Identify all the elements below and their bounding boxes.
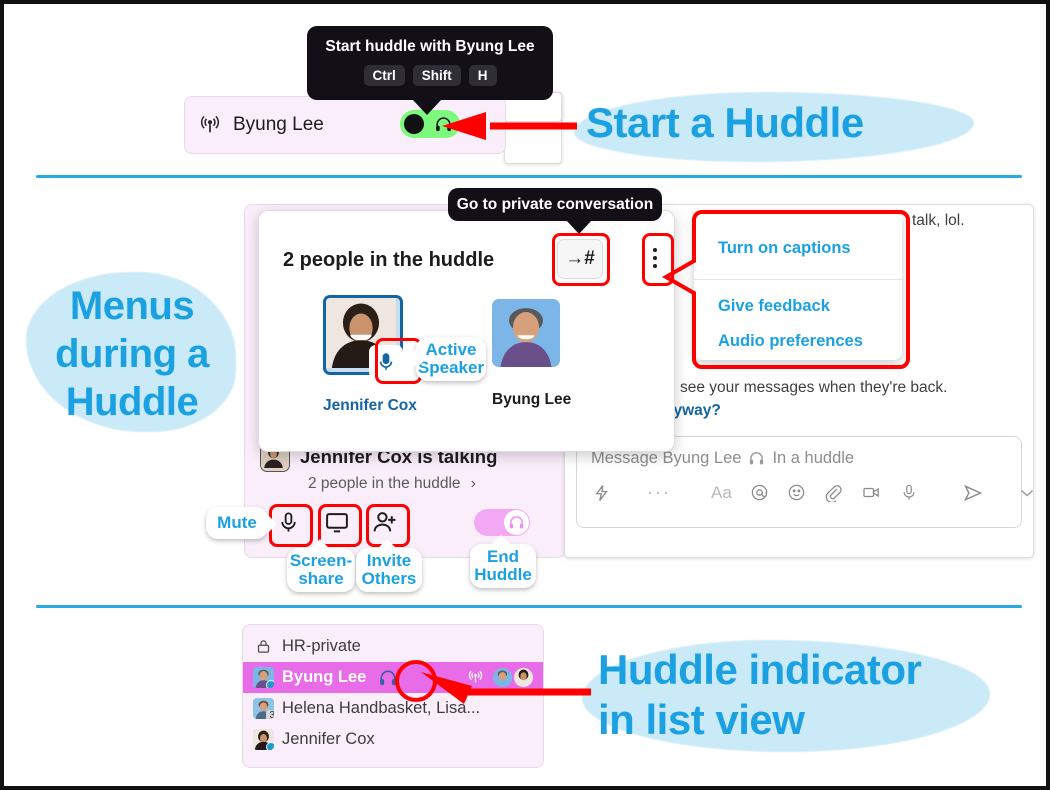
list-item-hr-private[interactable]: HR-private (243, 631, 543, 662)
tooltip-start-huddle: Start huddle with Byung Lee Ctrl Shift H (307, 26, 553, 100)
count-badge: 3 (266, 710, 274, 719)
callout-mute-label: Mute (217, 513, 257, 533)
lock-icon (253, 638, 274, 655)
tooltip-title: Start huddle with Byung Lee (325, 38, 535, 55)
annotation-line-2: in list view (598, 696, 805, 744)
huddle-popover: 2 people in the huddle →# Jennifer Cox B… (258, 210, 675, 452)
dm-header-name: Byung Lee (233, 114, 324, 135)
avatar (492, 299, 560, 367)
callout-end-huddle: End Huddle (470, 535, 536, 588)
headphones-icon (508, 514, 525, 531)
annotation-menus-during-huddle: Menus during a Huddle (34, 286, 230, 422)
participant-byung[interactable]: Byung Lee (492, 299, 571, 409)
huddle-control-invite[interactable] (369, 506, 401, 538)
section-divider-1 (36, 175, 1022, 178)
composer-toolbar: ··· Aa (577, 468, 1033, 503)
avatar (253, 729, 274, 750)
list-item-label: Byung Lee (282, 668, 367, 686)
tooltip-tail-2 (566, 220, 592, 234)
callout-end-line2: Huddle (474, 565, 532, 584)
list-item-label: HR-private (282, 637, 361, 655)
annotation-start-a-huddle: Start a Huddle (586, 99, 864, 146)
infographic-root: Byung Lee Start huddle with Byung Lee Ct… (0, 0, 1050, 790)
mention-icon[interactable] (750, 483, 769, 502)
huddle-control-screenshare[interactable] (321, 506, 353, 538)
callout-invite-line2: Others (361, 569, 417, 588)
lightning-icon[interactable] (593, 484, 611, 502)
callout-mute: Mute (206, 507, 277, 539)
more-icon[interactable]: ··· (647, 482, 671, 503)
chat-line-a: see your messages when they're back. (680, 379, 948, 396)
callout-screenshare-line2: share (298, 569, 344, 588)
participant-name: Byung Lee (492, 391, 572, 408)
callout-active-line1: Active (425, 340, 477, 360)
chevron-down-icon[interactable] (1020, 488, 1034, 498)
annotation-huddle-indicator: Huddle indicator in list view (598, 646, 922, 744)
huddle-subtext: 2 people in the huddle (308, 475, 461, 492)
active-speaker-mic-icon (369, 345, 403, 379)
emoji-icon[interactable] (787, 483, 806, 502)
list-item-jennifer[interactable]: Jennifer Cox (243, 724, 543, 755)
annotation-line-3: Huddle (65, 380, 199, 424)
toggle-knob (404, 114, 424, 134)
annotation-line-2: during a (55, 332, 209, 376)
tooltip-go-private-label: Go to private conversation (456, 195, 654, 213)
go-to-channel-button[interactable]: →# (557, 239, 603, 279)
huddle-expand-chevron[interactable]: › (471, 475, 476, 493)
annotation-line-1: Huddle indicator (598, 646, 922, 693)
format-icon[interactable]: Aa (711, 483, 732, 503)
microphone-icon[interactable] (900, 483, 918, 502)
participant-name: Jennifer Cox (323, 397, 417, 414)
callout-active-speaker: Active Speaker (407, 337, 486, 381)
toggle-knob (504, 510, 529, 535)
presence-dot (266, 742, 274, 750)
video-icon[interactable] (861, 483, 882, 502)
broadcast-icon (199, 114, 221, 136)
send-icon[interactable] (962, 483, 984, 503)
red-outline-kebab-menu (661, 210, 910, 369)
avatar (253, 667, 274, 688)
attachment-icon[interactable] (824, 483, 843, 502)
shortcut-key-h: H (468, 65, 497, 86)
huddle-popover-title: 2 people in the huddle (283, 249, 495, 271)
callout-invite: Invite Others (356, 539, 422, 592)
composer-status: In a huddle (772, 449, 855, 467)
tooltip-tail-1 (412, 99, 442, 115)
red-arrow-start-huddle (442, 112, 577, 140)
chat-line-top: talk, lol. (912, 212, 965, 229)
shortcut-key-ctrl: Ctrl (363, 65, 405, 86)
section-divider-2 (36, 605, 1022, 608)
red-arrow-list-view (421, 672, 591, 704)
callout-screenshare: Screen- share (287, 539, 355, 592)
tooltip-go-private: Go to private conversation (448, 188, 662, 221)
shortcut-key-shift: Shift (412, 65, 461, 86)
huddle-control-mic[interactable] (272, 506, 304, 538)
headphones-icon (748, 450, 765, 467)
list-item-label: Jennifer Cox (282, 730, 375, 748)
end-huddle-toggle[interactable] (474, 509, 530, 536)
presence-dot (266, 680, 274, 688)
go-to-channel-label: →# (565, 248, 595, 269)
huddle-kebab-button[interactable] (647, 239, 663, 277)
avatar: 3 (253, 698, 274, 719)
callout-active-line2: Speaker (417, 358, 485, 377)
annotation-line-1: Menus (69, 284, 195, 328)
